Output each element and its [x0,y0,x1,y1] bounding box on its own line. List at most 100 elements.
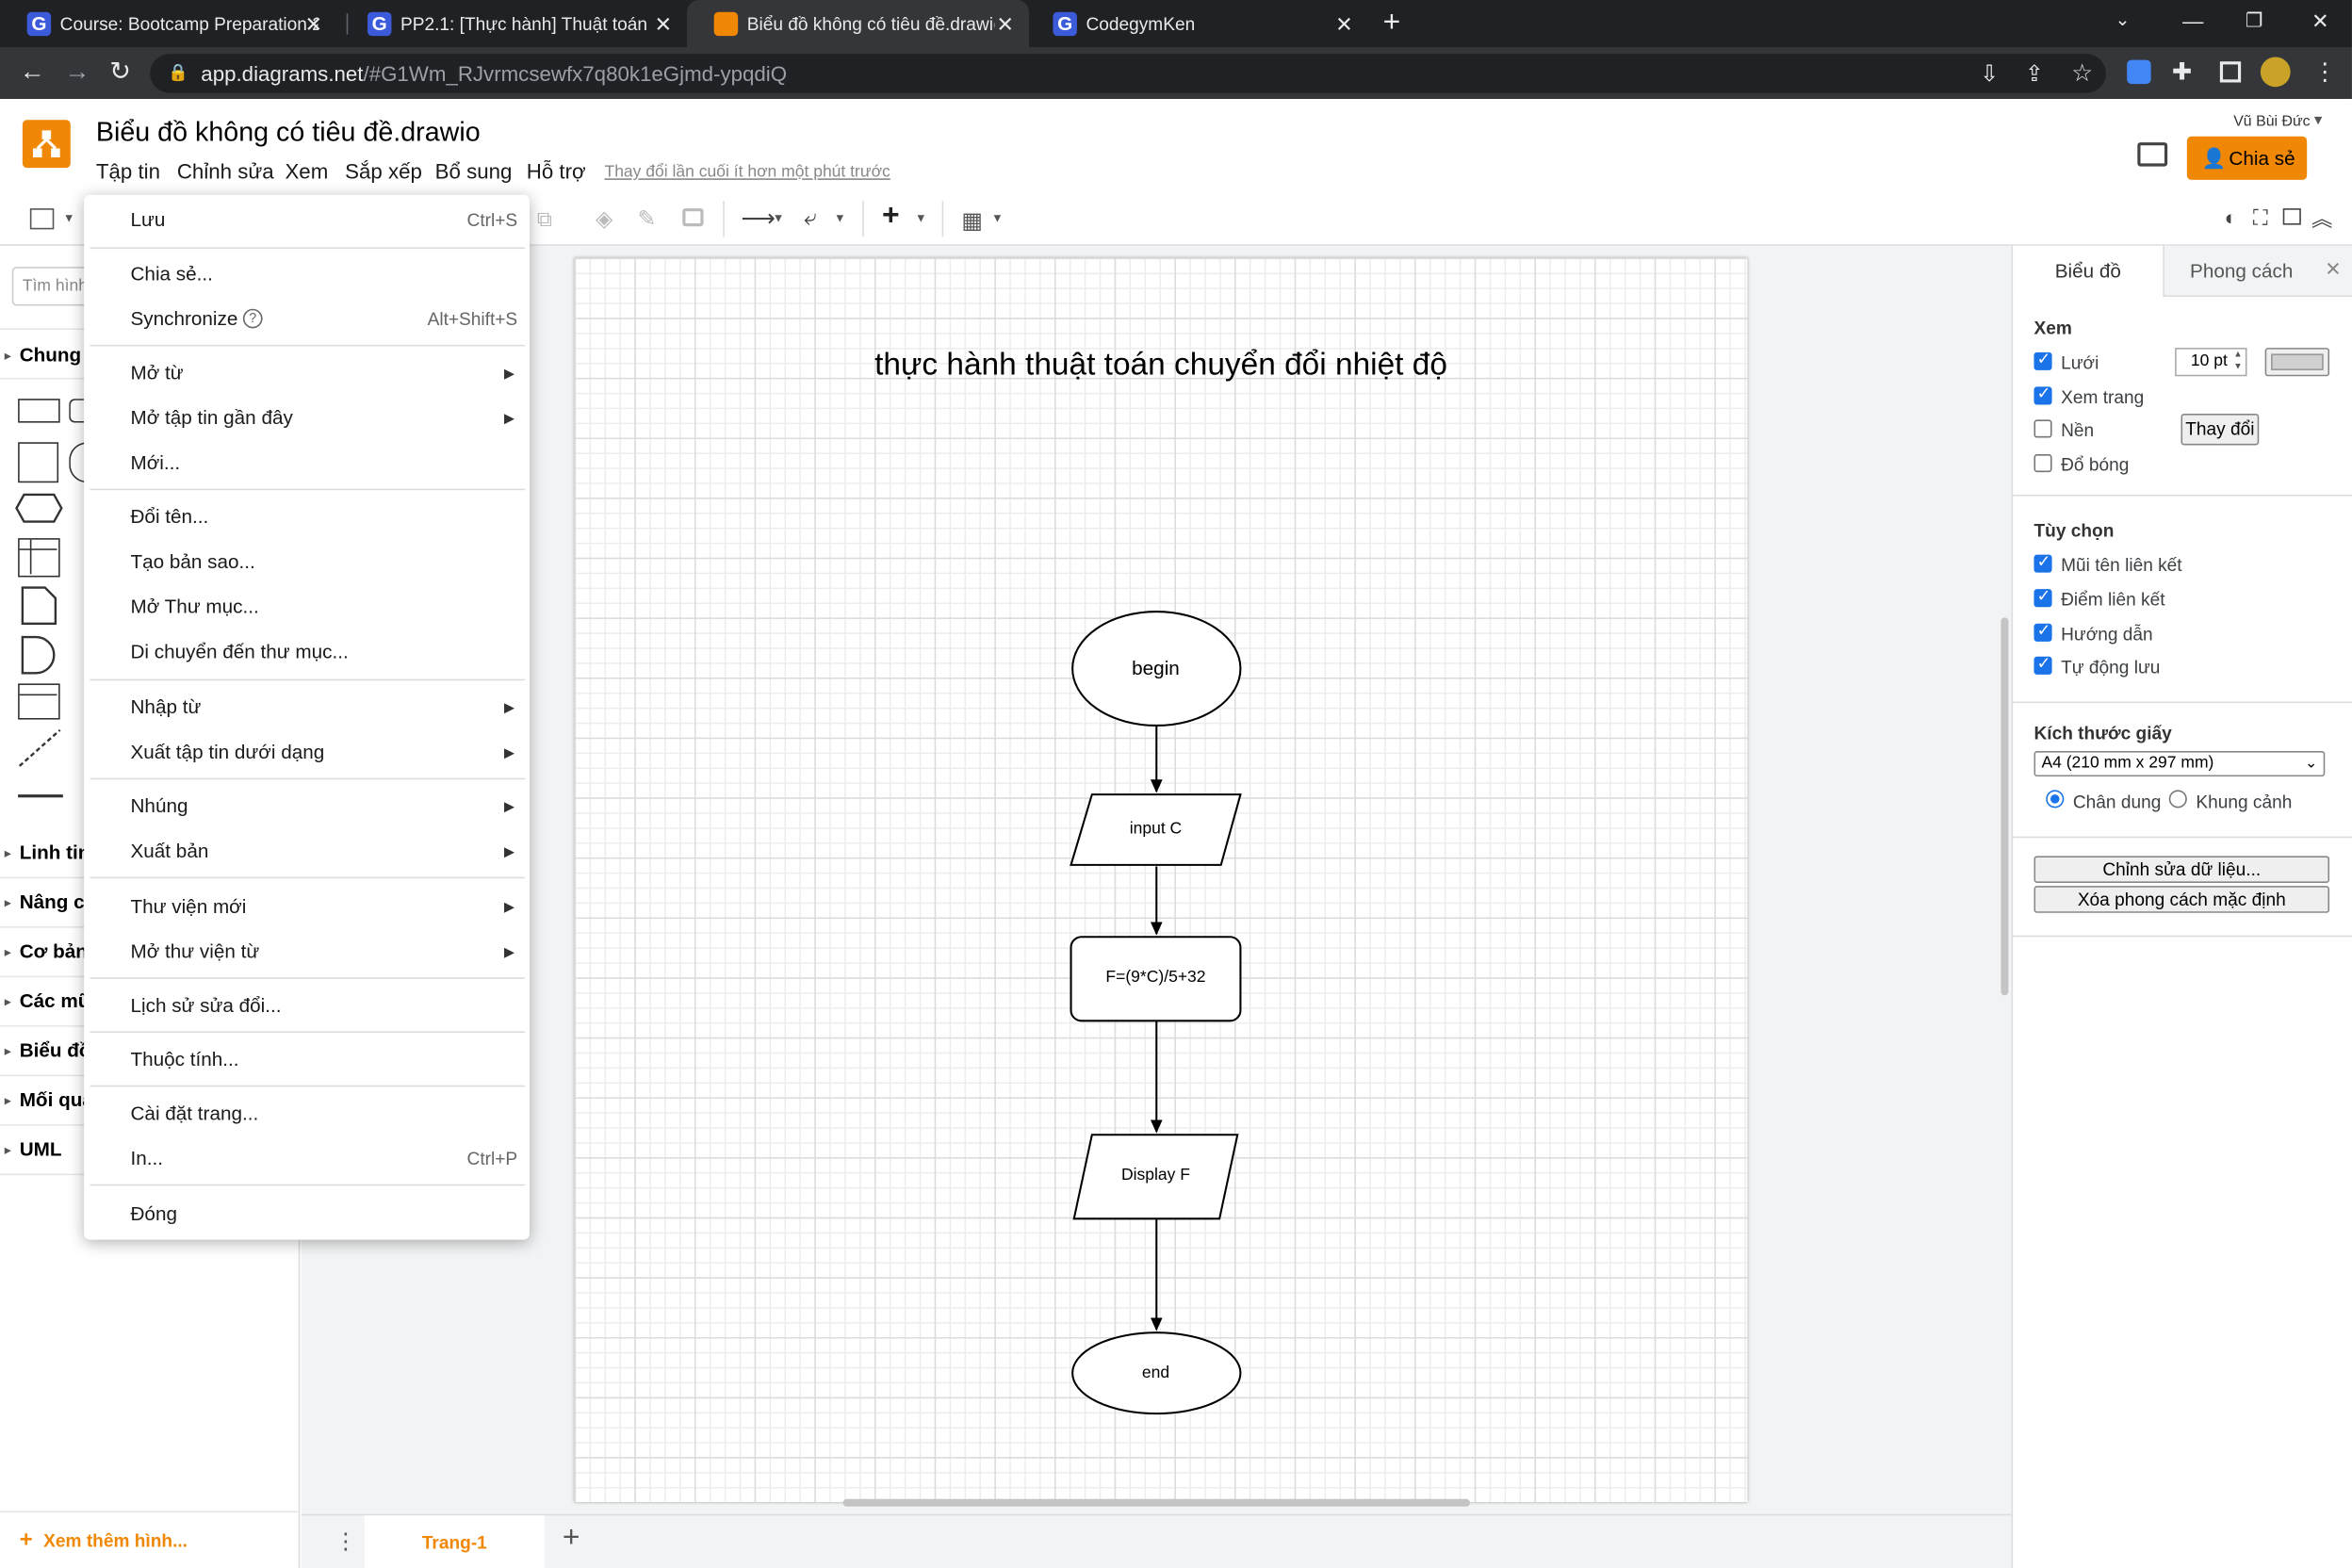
close-tab-icon[interactable]: ✕ [996,0,1014,48]
note-shape[interactable] [21,586,57,632]
menu-edit[interactable]: Chỉnh sửa [177,159,274,183]
duplicate-icon[interactable]: ⧉ [537,207,552,233]
page-tab-active[interactable]: Trang-1 [364,1515,545,1568]
chevron-down-icon[interactable]: ▼ [991,211,1004,224]
extensions-puzzle-icon[interactable]: ✚ [2172,57,2192,87]
browser-tab-active[interactable]: Biểu đồ không có tiêu đề.drawio ✕ [687,0,1029,48]
menu-item-open-library[interactable]: Mở thư viện từ ▶ [84,929,530,974]
chevron-down-icon[interactable]: ▼ [773,211,785,224]
format-panel-icon[interactable] [2282,208,2301,225]
background-checkbox[interactable] [2034,419,2052,438]
menu-item-open-folder[interactable]: Mở Thư mục... [84,584,530,629]
portrait-radio[interactable] [2046,790,2065,808]
rounded-rectangle-shape[interactable] [69,399,85,423]
close-tab-icon[interactable]: ✕ [654,0,672,48]
menu-extras[interactable]: Bổ sung [435,159,513,183]
shadow-icon[interactable] [682,208,704,227]
profile-avatar[interactable] [2260,57,2291,88]
address-bar[interactable]: 🔒 app.diagrams.net/#G1Wm_RJvrmcsewfx7q80… [150,54,2106,93]
hexagon-shape[interactable] [15,493,63,531]
page-view-checkbox[interactable] [2034,384,2052,405]
minimize-icon[interactable]: — [2182,9,2203,33]
menu-item-open-recent[interactable]: Mở tập tin gần đây ▶ [84,396,530,441]
stepper-icon[interactable]: ▲ ▼ [2233,350,2242,373]
menu-item-properties[interactable]: Thuộc tính... [84,1037,530,1083]
new-tab-icon[interactable]: + [1383,6,1401,41]
restore-icon[interactable]: ❐ [2246,9,2263,33]
connection-arrow-icon[interactable]: ⟶ [741,204,776,234]
forward-icon[interactable]: → [64,57,90,87]
collapse-icon[interactable]: ︽ [2311,204,2332,234]
container-shape[interactable] [18,538,60,578]
pages-menu-icon[interactable]: ⋮ [335,1527,357,1555]
menu-item-open-from[interactable]: Mở từ ▶ [84,351,530,396]
table-icon[interactable]: ▦ [961,207,983,234]
fill-color-icon[interactable]: ◈ [596,205,612,233]
browser-tab[interactable]: G Course: Bootcamp Preparation 2... ✕ [0,0,337,48]
help-icon[interactable]: ? [242,308,263,329]
guides-checkbox[interactable] [2034,621,2052,642]
more-shapes-button[interactable]: + Xem thêm hình... [0,1511,301,1568]
close-window-icon[interactable]: ✕ [2311,9,2329,35]
install-app-icon[interactable]: ⇩ [1980,60,1999,87]
clear-default-style-button[interactable]: Xóa phong cách mặc định [2034,886,2330,913]
menu-item-new-library[interactable]: Thư viện mới ▶ [84,885,530,930]
grid-color-button[interactable] [2264,348,2330,377]
bookmark-star-icon[interactable]: ☆ [2071,58,2093,89]
menu-help[interactable]: Hỗ trợ [527,159,586,183]
menu-file[interactable]: Tập tin [96,159,160,183]
tab-search-icon[interactable]: ⌄ [2115,9,2130,30]
menu-item-move-to-folder[interactable]: Di chuyển đến thư mục... [84,629,530,675]
share-page-icon[interactable]: ⇪ [2025,60,2044,87]
browser-tab[interactable]: G PP2.1: [Thực hành] Thuật toán ch... ✕ [340,0,687,48]
square-shape[interactable] [18,442,59,483]
tab-style[interactable]: Phong cách [2163,245,2352,297]
reload-icon[interactable]: ↻ [109,57,131,87]
back-icon[interactable]: ← [20,57,45,87]
list-shape[interactable] [18,683,60,720]
user-dropdown-icon[interactable]: ▼ [2311,112,2325,127]
menu-item-save[interactable]: Lưu Ctrl+S [84,198,530,243]
add-page-icon[interactable]: + [563,1522,580,1557]
dark-mode-icon[interactable]: ◐ [2225,205,2237,229]
menu-item-make-copy[interactable]: Tạo bản sao... [84,540,530,585]
line-shape[interactable] [18,794,63,798]
share-button[interactable]: 👤 Chia sẻ [2186,136,2308,180]
menu-item-new[interactable]: Mới... [84,441,530,486]
connection-arrows-checkbox[interactable] [2034,551,2052,573]
menu-item-export-as[interactable]: Xuất tập tin dưới dạng ▶ [84,730,530,776]
tab-diagram[interactable]: Biểu đồ [2013,245,2164,297]
menu-item-embed[interactable]: Nhúng ▶ [84,784,530,829]
menu-item-rename[interactable]: Đổi tên... [84,495,530,540]
connection-points-checkbox[interactable] [2034,586,2052,608]
menu-item-close[interactable]: Đóng [84,1192,530,1237]
close-panel-icon[interactable]: ✕ [2325,258,2341,282]
line-color-icon[interactable]: ✎ [638,205,657,233]
menu-item-share[interactable]: Chia sẻ... [84,252,530,297]
last-change-link[interactable]: Thay đổi lần cuối ít hơn một phút trước [604,163,890,181]
menu-item-print[interactable]: In... Ctrl+P [84,1136,530,1182]
grid-checkbox[interactable] [2034,350,2052,370]
insert-plus-icon[interactable]: + [882,200,900,235]
format-panel-toggle-icon[interactable] [29,208,55,230]
chevron-down-icon[interactable]: ▼ [915,211,927,224]
close-tab-icon[interactable]: ✕ [305,0,323,48]
menu-item-publish[interactable]: Xuất bản ▶ [84,829,530,874]
user-name[interactable]: Vũ Bùi Đức [2233,114,2310,130]
rectangle-shape[interactable] [18,399,60,423]
landscape-radio[interactable] [2168,790,2187,808]
close-tab-icon[interactable]: ✕ [1335,0,1353,48]
document-title[interactable]: Biểu đồ không có tiêu đề.drawio [96,117,481,148]
menu-item-synchronize[interactable]: Synchronize? Alt+Shift+S [84,297,530,342]
dashed-line-shape[interactable] [18,728,63,775]
browser-tab[interactable]: G CodegymKen ✕ [1026,0,1368,48]
translate-extension-icon[interactable] [2127,59,2151,85]
menu-item-revision-history[interactable]: Lịch sử sửa đổi... [84,984,530,1029]
fullscreen-icon[interactable]: ⛶ [2253,205,2268,231]
menu-arrange[interactable]: Sắp xếp [345,159,422,183]
chevron-down-icon[interactable]: ▼ [63,211,75,224]
change-background-button[interactable]: Thay đổi [2180,414,2260,446]
menu-view[interactable]: Xem [285,159,328,183]
vertical-scrollbar[interactable] [2001,617,2009,996]
waypoint-icon[interactable]: ⤶ [804,205,816,231]
